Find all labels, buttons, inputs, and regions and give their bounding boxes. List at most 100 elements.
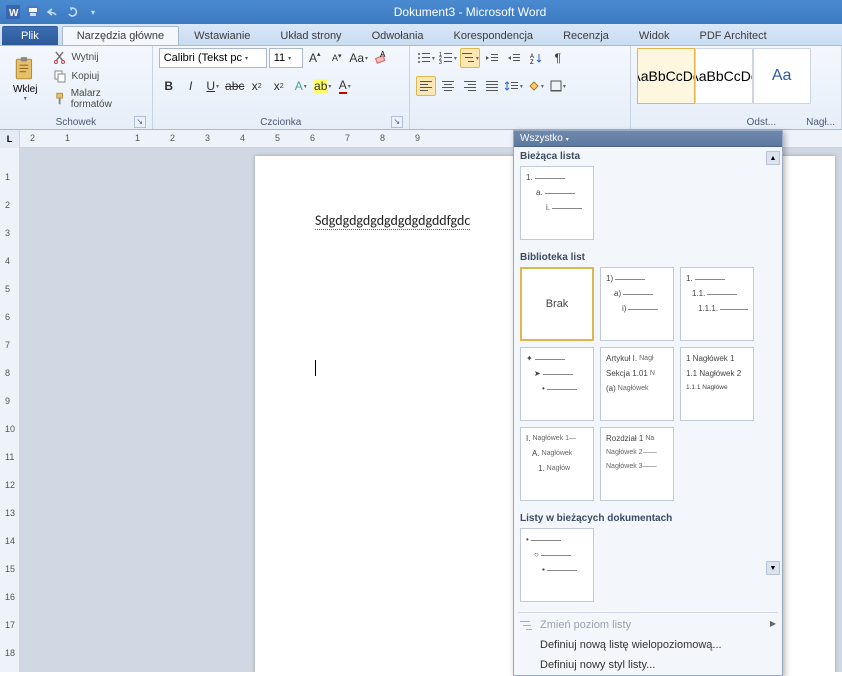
cut-button[interactable]: Wytnij bbox=[48, 48, 145, 66]
multilevel-list-button[interactable]: ▾ bbox=[460, 48, 480, 68]
list-none[interactable]: Brak bbox=[520, 267, 594, 341]
underline-button[interactable]: U▾ bbox=[203, 76, 223, 96]
tab-selector[interactable]: L bbox=[0, 130, 20, 148]
style-normal[interactable]: AaBbCcDc bbox=[637, 48, 695, 104]
numbering-button[interactable]: 123▾ bbox=[438, 48, 458, 68]
change-case-button[interactable]: Aa▾ bbox=[349, 48, 369, 68]
bold-button[interactable]: B bbox=[159, 76, 179, 96]
highlight-button[interactable]: ab▾ bbox=[313, 76, 333, 96]
save-button[interactable] bbox=[24, 3, 42, 21]
scroll-down-button[interactable]: ▼ bbox=[766, 561, 780, 575]
sort-icon: AZ bbox=[530, 52, 542, 64]
tab-pdf[interactable]: PDF Architect bbox=[684, 26, 781, 45]
tab-review[interactable]: Recenzja bbox=[548, 26, 624, 45]
tab-insert[interactable]: Wstawianie bbox=[179, 26, 265, 45]
list-chapter[interactable]: Rozdział 1 Na Nagłówek 2—— Nagłówek 3—— bbox=[600, 427, 674, 501]
subscript-button[interactable]: x2 bbox=[247, 76, 267, 96]
tab-file[interactable]: Plik bbox=[2, 26, 58, 45]
group-clipboard: Wklej ▾ Wytnij Kopiuj Malarz formatów Sc… bbox=[0, 46, 153, 129]
format-painter-button[interactable]: Malarz formatów bbox=[48, 86, 145, 112]
change-level-menu: Zmień poziom listy▶ bbox=[514, 615, 782, 635]
list-numbered-heading[interactable]: 1 Nagłówek 1 1.1 Nagłówek 2 1.1.1 Nagłów… bbox=[680, 347, 754, 421]
tab-layout[interactable]: Układ strony bbox=[265, 26, 356, 45]
font-size-combo[interactable]: 11▾ bbox=[269, 48, 303, 68]
define-list-menu[interactable]: Definiuj nową listę wielopoziomową... bbox=[514, 635, 782, 655]
group-paragraph: ▾ 123▾ ▾ AZ ¶ ▾ ▾ ▾ bbox=[410, 46, 631, 129]
tab-mailings[interactable]: Korespondencja bbox=[439, 26, 549, 45]
tab-references[interactable]: Odwołania bbox=[357, 26, 439, 45]
font-color-button[interactable]: A▾ bbox=[335, 76, 355, 96]
decrease-indent-button[interactable] bbox=[482, 48, 502, 68]
change-level-icon bbox=[519, 619, 533, 633]
list-article[interactable]: Artykuł I. Nagł Sekcja 1.01 N (a) Nagłów… bbox=[600, 347, 674, 421]
increase-indent-button[interactable] bbox=[504, 48, 524, 68]
paste-button[interactable]: Wklej ▾ bbox=[6, 48, 44, 110]
define-style-menu[interactable]: Definiuj nowy styl listy... bbox=[514, 655, 782, 675]
text-effects-button[interactable]: A▾ bbox=[291, 76, 311, 96]
svg-text:A: A bbox=[380, 51, 386, 59]
list-paren[interactable]: 1) a) i) bbox=[600, 267, 674, 341]
section-current: Bieżąca lista bbox=[514, 147, 782, 164]
strikethrough-button[interactable]: abc bbox=[225, 76, 245, 96]
bullets-button[interactable]: ▾ bbox=[416, 48, 436, 68]
borders-icon bbox=[550, 80, 562, 92]
copy-icon bbox=[53, 69, 67, 83]
italic-button[interactable]: I bbox=[181, 76, 201, 96]
section-library: Biblioteka list bbox=[514, 248, 782, 265]
numbering-icon: 123 bbox=[439, 52, 453, 64]
gallery-filter-dropdown[interactable]: Wszystko▾ bbox=[514, 131, 782, 147]
list-symbols[interactable]: ✦ ➤ • bbox=[520, 347, 594, 421]
tab-home[interactable]: Narzędzia główne bbox=[62, 26, 179, 45]
align-center-button[interactable] bbox=[438, 76, 458, 96]
sort-button[interactable]: AZ bbox=[526, 48, 546, 68]
undo-button[interactable] bbox=[44, 3, 62, 21]
shrink-font-button[interactable]: A▾ bbox=[327, 48, 347, 68]
font-launcher[interactable]: ↘ bbox=[391, 116, 403, 128]
svg-text:W: W bbox=[9, 8, 19, 19]
section-docs: Listy w bieżących dokumentach bbox=[514, 509, 782, 526]
qat-customize-button[interactable]: ▾ bbox=[84, 3, 102, 21]
styles-captions: Odst...Nagł... bbox=[637, 116, 835, 129]
ruler-vertical[interactable]: 1 2 3 4 5 6 7 8 9 10 11 12 13 14 15 16 1… bbox=[0, 148, 20, 672]
word-icon[interactable]: W bbox=[4, 3, 22, 21]
list-roman-heading[interactable]: I. Nagłówek 1— A. Nagłówek 1. Nagłów bbox=[520, 427, 594, 501]
align-right-icon bbox=[464, 80, 476, 92]
justify-icon bbox=[486, 80, 498, 92]
list-current[interactable]: 1. a. i. bbox=[520, 166, 594, 240]
gallery-scrollbar[interactable]: ▲ ▼ bbox=[766, 151, 780, 575]
shading-button[interactable]: ▾ bbox=[526, 76, 546, 96]
superscript-button[interactable]: x2 bbox=[269, 76, 289, 96]
grow-font-button[interactable]: A▴ bbox=[305, 48, 325, 68]
align-right-button[interactable] bbox=[460, 76, 480, 96]
bullets-icon bbox=[417, 52, 431, 64]
indent-icon bbox=[507, 52, 521, 64]
clear-formatting-button[interactable]: A bbox=[371, 48, 391, 68]
justify-button[interactable] bbox=[482, 76, 502, 96]
svg-text:3: 3 bbox=[439, 60, 442, 64]
ribbon-tabs: Plik Narzędzia główne Wstawianie Układ s… bbox=[0, 24, 842, 46]
list-doc-bullets[interactable]: • ○ ▪ bbox=[520, 528, 594, 602]
font-name-combo[interactable]: Calibri (Tekst pc▾ bbox=[159, 48, 267, 68]
scroll-up-button[interactable]: ▲ bbox=[766, 151, 780, 165]
spacing-icon bbox=[505, 80, 519, 92]
clipboard-launcher[interactable]: ↘ bbox=[134, 116, 146, 128]
align-left-button[interactable] bbox=[416, 76, 436, 96]
tab-view[interactable]: Widok bbox=[624, 26, 685, 45]
group-styles: AaBbCcDc AaBbCcDc Aa Odst...Nagł... bbox=[631, 46, 842, 129]
style-nospacing[interactable]: AaBbCcDc bbox=[695, 48, 753, 104]
line-spacing-button[interactable]: ▾ bbox=[504, 76, 524, 96]
redo-button[interactable] bbox=[64, 3, 82, 21]
list-decimal[interactable]: 1. 1.1. 1.1.1. bbox=[680, 267, 754, 341]
show-marks-button[interactable]: ¶ bbox=[548, 48, 568, 68]
scissors-icon bbox=[53, 50, 67, 64]
paste-icon bbox=[12, 56, 38, 82]
document-text[interactable]: Sdgdgdgdgdgdgdgdgddfgdc bbox=[315, 212, 470, 230]
multilevel-list-gallery: Wszystko▾ ▲ ▼ Bieżąca lista 1. a. i. Bib… bbox=[513, 130, 783, 676]
eraser-icon: A bbox=[374, 51, 388, 65]
ribbon: Wklej ▾ Wytnij Kopiuj Malarz formatów Sc… bbox=[0, 46, 842, 130]
style-heading1[interactable]: Aa bbox=[753, 48, 811, 104]
borders-button[interactable]: ▾ bbox=[548, 76, 568, 96]
titlebar: W ▾ Dokument3 - Microsoft Word bbox=[0, 0, 842, 24]
multilevel-icon bbox=[461, 52, 475, 64]
copy-button[interactable]: Kopiuj bbox=[48, 67, 145, 85]
